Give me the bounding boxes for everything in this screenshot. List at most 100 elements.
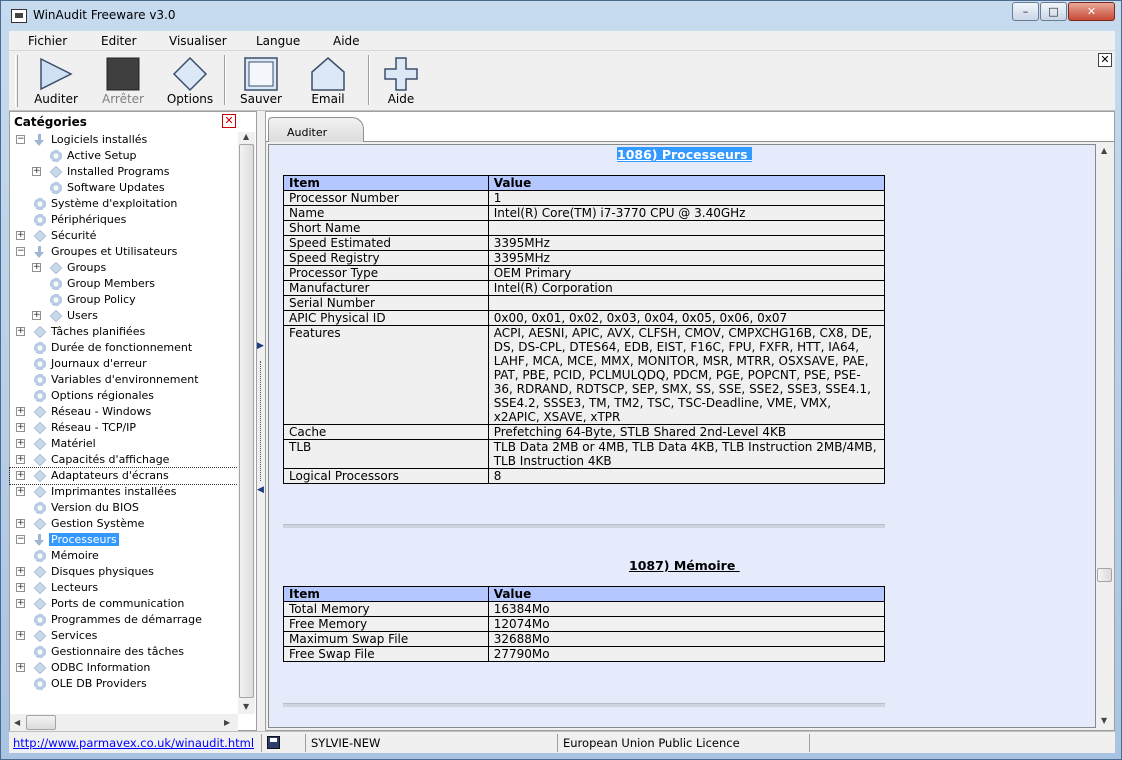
panel-splitter[interactable]: ▶ ◀	[257, 111, 265, 731]
arrow-down-icon	[34, 134, 46, 146]
tree-item[interactable]: Gestionnaire des tâches	[10, 644, 238, 660]
tree-item[interactable]: + Tâches planifiées	[10, 324, 238, 340]
tree-scroll-thumb[interactable]	[239, 144, 254, 698]
tree-item-label: Durée de fonctionnement	[51, 341, 193, 354]
menu-fichier[interactable]: Fichier	[28, 34, 67, 48]
scroll-left-icon[interactable]: ◀	[14, 718, 20, 727]
expand-icon[interactable]: +	[16, 471, 25, 480]
processors-section-title[interactable]: 1086) Processeurs	[617, 147, 752, 162]
tree-item[interactable]: + Lecteurs	[10, 580, 238, 596]
options-button[interactable]: Options	[152, 55, 228, 109]
tree-item[interactable]: Active Setup	[10, 148, 238, 164]
collapse-left-icon[interactable]: ◀	[257, 485, 264, 495]
tree-item[interactable]: + Users	[10, 308, 238, 324]
collapse-right-icon[interactable]: ▶	[257, 341, 264, 351]
menu-visualiser[interactable]: Visualiser	[169, 34, 227, 48]
tree-item[interactable]: + ODBC Information	[10, 660, 238, 676]
tree-item[interactable]: + Imprimantes installées	[10, 484, 238, 500]
tree-item[interactable]: Mémoire	[10, 548, 238, 564]
minimize-button[interactable]: –	[1012, 2, 1039, 21]
save-button[interactable]: Sauver	[223, 55, 299, 109]
collapse-icon[interactable]: −	[16, 135, 25, 144]
expand-icon[interactable]: +	[16, 455, 25, 464]
tree-item[interactable]: Durée de fonctionnement	[10, 340, 238, 356]
tree-item[interactable]: Périphériques	[10, 212, 238, 228]
tree-item[interactable]: + Disques physiques	[10, 564, 238, 580]
memory-section-title[interactable]: 1087) Mémoire	[629, 558, 740, 573]
tab-auditer[interactable]: Auditer	[268, 117, 364, 142]
menu-aide[interactable]: Aide	[333, 34, 360, 48]
tree-item[interactable]: + Installed Programs	[10, 164, 238, 180]
diamond-icon	[49, 165, 63, 179]
close-window-button[interactable]: ✕	[1068, 2, 1115, 21]
save-disk-icon[interactable]	[267, 736, 280, 749]
tree-item[interactable]: Software Updates	[10, 180, 238, 196]
expand-icon[interactable]: +	[32, 311, 41, 320]
report-scroll-thumb[interactable]	[1097, 568, 1112, 582]
tree-item[interactable]: − Groupes et Utilisateurs	[10, 244, 238, 260]
expand-icon[interactable]: +	[16, 599, 25, 608]
expand-icon[interactable]: +	[16, 567, 25, 576]
tree-vertical-scrollbar[interactable]: ▲ ▼	[238, 132, 255, 714]
expand-icon[interactable]: +	[32, 263, 41, 272]
collapse-icon[interactable]: −	[16, 247, 25, 256]
help-button[interactable]: Aide	[363, 55, 439, 109]
tree-horizontal-scrollbar[interactable]: ◀ ▶	[10, 714, 238, 731]
expand-icon[interactable]: +	[16, 407, 25, 416]
toolbar-close-button[interactable]: ✕	[1098, 53, 1112, 67]
tree-item[interactable]: + Sécurité	[10, 228, 238, 244]
tree-item[interactable]: + Gestion Système	[10, 516, 238, 532]
scroll-down-icon[interactable]: ▼	[1101, 716, 1107, 725]
categories-close-button[interactable]: ✕	[222, 114, 236, 128]
tree-item[interactable]: + Réseau - Windows	[10, 404, 238, 420]
tree-item-label: Capacités d'affichage	[51, 453, 170, 466]
tree-item[interactable]: + Groups	[10, 260, 238, 276]
scroll-right-icon[interactable]: ▶	[224, 718, 230, 727]
tree-item[interactable]: + Réseau - TCP/IP	[10, 420, 238, 436]
tree-item[interactable]: − Processeurs	[10, 532, 238, 548]
expand-icon[interactable]: +	[16, 231, 25, 240]
tree-item[interactable]: Version du BIOS	[10, 500, 238, 516]
table-row: Speed Registry 3395MHz	[283, 250, 886, 266]
scroll-down-icon[interactable]: ▼	[243, 702, 249, 711]
tree-item[interactable]: Programmes de démarrage	[10, 612, 238, 628]
tree-item[interactable]: + Services	[10, 628, 238, 644]
tree-item[interactable]: OLE DB Providers	[10, 676, 238, 692]
tree-hscroll-thumb[interactable]	[26, 715, 56, 730]
expand-icon[interactable]: +	[16, 663, 25, 672]
collapse-icon[interactable]: −	[16, 535, 25, 544]
tree-item[interactable]: Group Policy	[10, 292, 238, 308]
expand-icon[interactable]: +	[16, 327, 25, 336]
expand-icon[interactable]: +	[16, 423, 25, 432]
tree-item[interactable]: + Capacités d'affichage	[10, 452, 238, 468]
expand-icon[interactable]: +	[16, 583, 25, 592]
tree-item[interactable]: Variables d'environnement	[10, 372, 238, 388]
menu-editer[interactable]: Editer	[101, 34, 137, 48]
expand-icon[interactable]: +	[16, 487, 25, 496]
scroll-up-icon[interactable]: ▲	[1101, 146, 1107, 155]
tree-item[interactable]: + Adaptateurs d'écrans	[9, 467, 239, 485]
expand-icon[interactable]: +	[32, 167, 41, 176]
expand-icon[interactable]: +	[16, 519, 25, 528]
stop-button[interactable]: Arrêter	[85, 55, 161, 109]
tree-item[interactable]: Journaux d'erreur	[10, 356, 238, 372]
website-link[interactable]: http://www.parmavex.co.uk/winaudit.html	[13, 736, 254, 750]
splitter-grip[interactable]	[260, 361, 262, 481]
report-vertical-scrollbar[interactable]: ▲ ▼	[1096, 144, 1113, 728]
menu-langue[interactable]: Langue	[256, 34, 300, 48]
expand-icon[interactable]: +	[16, 631, 25, 640]
item-cell: APIC Physical ID	[283, 310, 489, 326]
scroll-up-icon[interactable]: ▲	[243, 132, 249, 141]
email-button[interactable]: Email	[290, 55, 366, 109]
item-cell: Processor Number	[283, 190, 489, 206]
tree-item[interactable]: Group Members	[10, 276, 238, 292]
tree-item[interactable]: − Logiciels installés	[10, 132, 238, 148]
tree-item[interactable]: + Ports de communication	[10, 596, 238, 612]
tree-item[interactable]: Options régionales	[10, 388, 238, 404]
tree-item[interactable]: Système d'exploitation	[10, 196, 238, 212]
audit-button[interactable]: Auditer	[18, 55, 94, 109]
categories-panel: Catégories ✕ − Logiciels installés Active …	[9, 111, 257, 731]
expand-icon[interactable]: +	[16, 439, 25, 448]
tree-item[interactable]: + Matériel	[10, 436, 238, 452]
maximize-button[interactable]: □	[1040, 2, 1067, 21]
